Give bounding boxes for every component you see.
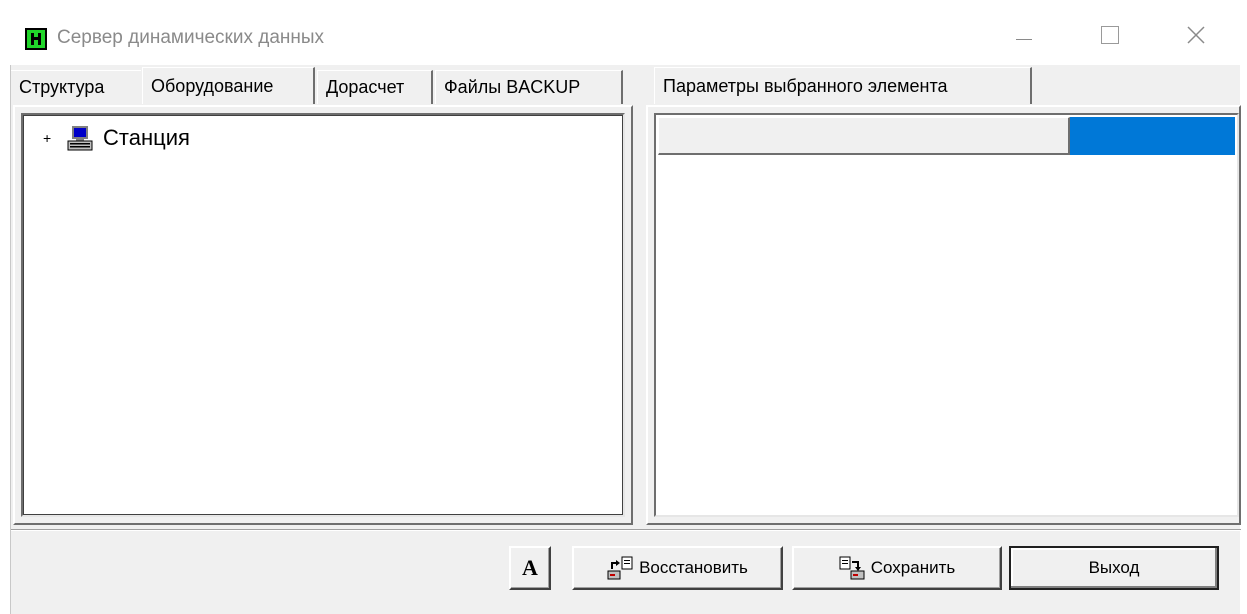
tree-node-station[interactable]: + Станция: [43, 125, 190, 151]
save-icon: [839, 556, 865, 580]
grid-selected-cell[interactable]: [1070, 117, 1235, 155]
exit-label: Выход: [1088, 558, 1140, 577]
exit-button[interactable]: Выход: [1009, 546, 1219, 590]
font-button[interactable]: A: [509, 546, 551, 590]
separator: [11, 529, 1241, 531]
equipment-tree[interactable]: + Станция: [21, 113, 625, 517]
tab-label: Файлы BACKUP: [444, 77, 581, 97]
app-icon[interactable]: [25, 28, 47, 50]
restore-icon: [607, 556, 633, 580]
save-label: Сохранить: [870, 558, 956, 577]
tab-backup-files[interactable]: Файлы BACKUP: [435, 70, 623, 104]
minimize-icon: [1016, 38, 1032, 40]
tab-label: Параметры выбранного элемента: [663, 75, 948, 96]
title-bar[interactable]: Сервер динамических данных: [0, 0, 1247, 65]
close-button[interactable]: [1166, 10, 1226, 60]
tab-label: Оборудование: [151, 75, 274, 96]
tab-recalculation[interactable]: Дорасчет: [317, 70, 433, 104]
window-title: Сервер динамических данных: [57, 27, 325, 48]
minimize-button[interactable]: [994, 10, 1054, 60]
tab-equipment[interactable]: Оборудование: [142, 67, 315, 104]
maximize-icon: [1101, 26, 1119, 44]
tab-selected-element-params[interactable]: Параметры выбранного элемента: [654, 67, 1032, 104]
grid-header-cell[interactable]: [658, 117, 1070, 155]
computer-icon: [67, 125, 93, 151]
params-panel: [646, 105, 1241, 525]
tab-label: Дорасчет: [326, 77, 405, 97]
client-area: Структура Оборудование Дорасчет Файлы BA…: [10, 65, 1241, 614]
equipment-panel: + Станция: [13, 105, 633, 525]
restore-button[interactable]: Восстановить: [572, 546, 783, 590]
close-icon: [1187, 26, 1205, 44]
tab-structure[interactable]: Структура: [11, 70, 141, 104]
font-icon: A: [522, 555, 538, 580]
tab-label: Структура: [19, 77, 105, 97]
params-grid[interactable]: [654, 113, 1239, 517]
expand-toggle[interactable]: +: [43, 131, 53, 145]
save-button[interactable]: Сохранить: [792, 546, 1002, 590]
tree-node-label: Станция: [103, 125, 190, 150]
restore-label: Восстановить: [639, 558, 748, 577]
maximize-button[interactable]: [1080, 10, 1140, 60]
